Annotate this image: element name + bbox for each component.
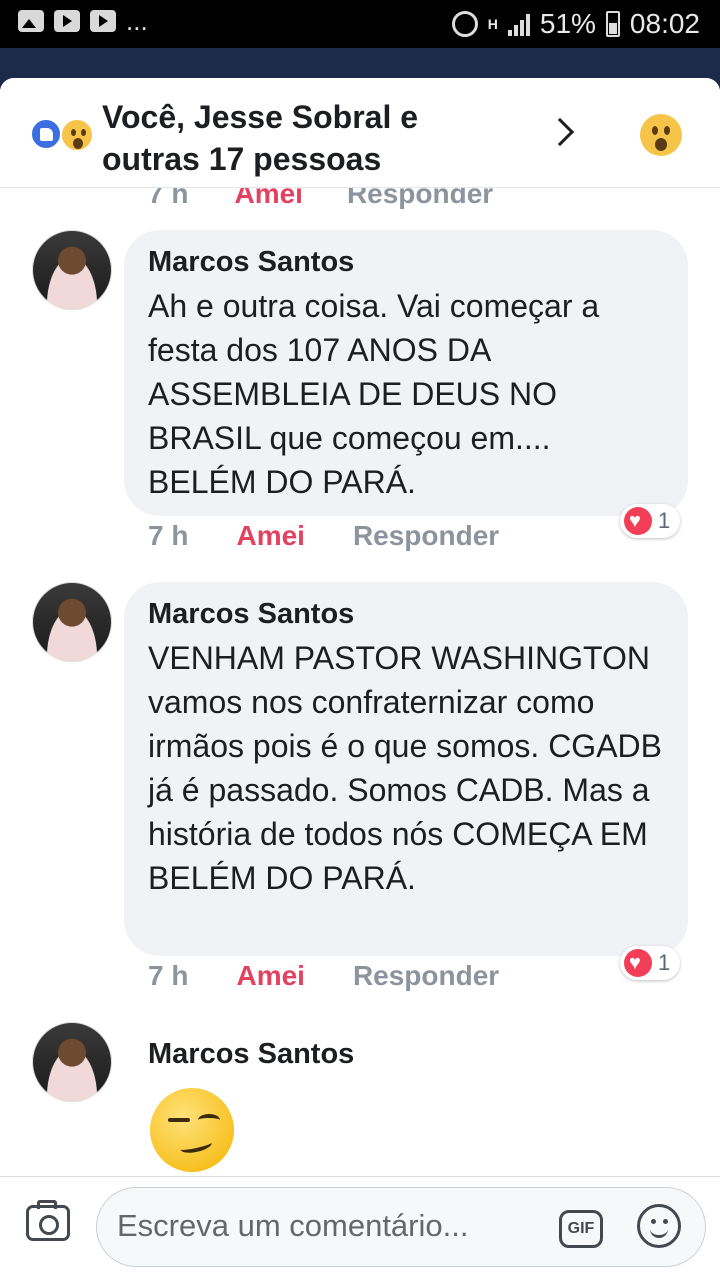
comment-author[interactable]: Marcos Santos — [148, 596, 664, 632]
clock: 08:02 — [629, 8, 700, 39]
comment-bubble[interactable]: Marcos Santos Ah e outra coisa. Vai come… — [124, 230, 688, 516]
comment-composer: Escreva um comentário... GIF — [0, 1176, 720, 1280]
wow-reaction-button-icon[interactable] — [640, 114, 682, 156]
signal-icon — [507, 12, 530, 36]
comment-meta: 7 h Amei Responder — [148, 520, 499, 552]
comment-time: 7 h — [148, 960, 189, 991]
comment-input[interactable]: Escreva um comentário... GIF — [96, 1187, 706, 1267]
chevron-right-icon[interactable] — [545, 117, 575, 147]
avatar[interactable] — [32, 582, 112, 662]
comments-sheet: Você, Jesse Sobral e outras 17 pessoas 7… — [0, 78, 720, 1280]
heart-icon — [624, 507, 652, 535]
gallery-notification-icon — [18, 10, 44, 32]
heart-icon — [624, 949, 652, 977]
reply-link[interactable]: Responder — [353, 520, 499, 551]
reactions-text[interactable]: Você, Jesse Sobral e outras 17 pessoas — [102, 96, 462, 180]
comment-time: 7 h — [148, 188, 189, 209]
network-type-label: H — [487, 16, 498, 32]
youtube-notification-icon — [54, 10, 80, 32]
reaction-count-badge[interactable]: 1 — [620, 504, 681, 538]
avatar[interactable] — [32, 230, 112, 310]
love-link[interactable]: Amei — [234, 188, 302, 209]
battery-icon — [605, 11, 620, 37]
battery-percent: 51% — [539, 8, 596, 39]
comment-author[interactable]: Marcos Santos — [148, 244, 664, 280]
comment-time: 7 h — [148, 520, 189, 551]
status-bar: ... H 51% 08:02 — [0, 0, 720, 48]
reaction-count: 1 — [658, 508, 671, 533]
comment-list: 7 h Amei Responder Marcos Santos Ah e outr… — [0, 188, 720, 1188]
love-link[interactable]: Amei — [236, 520, 304, 551]
reply-link[interactable]: Responder — [353, 960, 499, 991]
reaction-count-badge[interactable]: 1 — [620, 946, 681, 980]
comment-text: Ah e outra coisa. Vai começar a festa do… — [148, 288, 600, 500]
love-link[interactable]: Amei — [236, 960, 304, 991]
alarm-icon — [451, 11, 478, 37]
like-icon — [30, 118, 62, 150]
wow-icon — [60, 118, 94, 152]
reaction-count: 1 — [658, 950, 671, 975]
comment-author[interactable]: Marcos Santos — [148, 1036, 354, 1072]
more-notifications-indicator: ... — [126, 6, 148, 36]
previous-comment-meta: 7 h Amei Responder — [148, 188, 493, 210]
comment-bubble[interactable]: Marcos Santos VENHAM PASTOR WASHINGTON v… — [124, 582, 688, 956]
smirking-face-icon — [150, 1088, 234, 1172]
avatar[interactable] — [32, 1022, 112, 1102]
youtube-notification-icon-2 — [90, 10, 116, 32]
comment-text: VENHAM PASTOR WASHINGTON vamos nos confr… — [148, 640, 662, 896]
comment-meta: 7 h Amei Responder — [148, 960, 499, 992]
reaction-icons — [30, 118, 98, 152]
emoji-icon[interactable] — [637, 1204, 681, 1248]
reply-link[interactable]: Responder — [347, 188, 493, 209]
gif-icon[interactable]: GIF — [559, 1210, 603, 1248]
reactions-summary[interactable]: Você, Jesse Sobral e outras 17 pessoas — [0, 78, 720, 188]
camera-icon[interactable] — [26, 1200, 70, 1241]
comment-placeholder: Escreva um comentário... — [117, 1208, 469, 1243]
